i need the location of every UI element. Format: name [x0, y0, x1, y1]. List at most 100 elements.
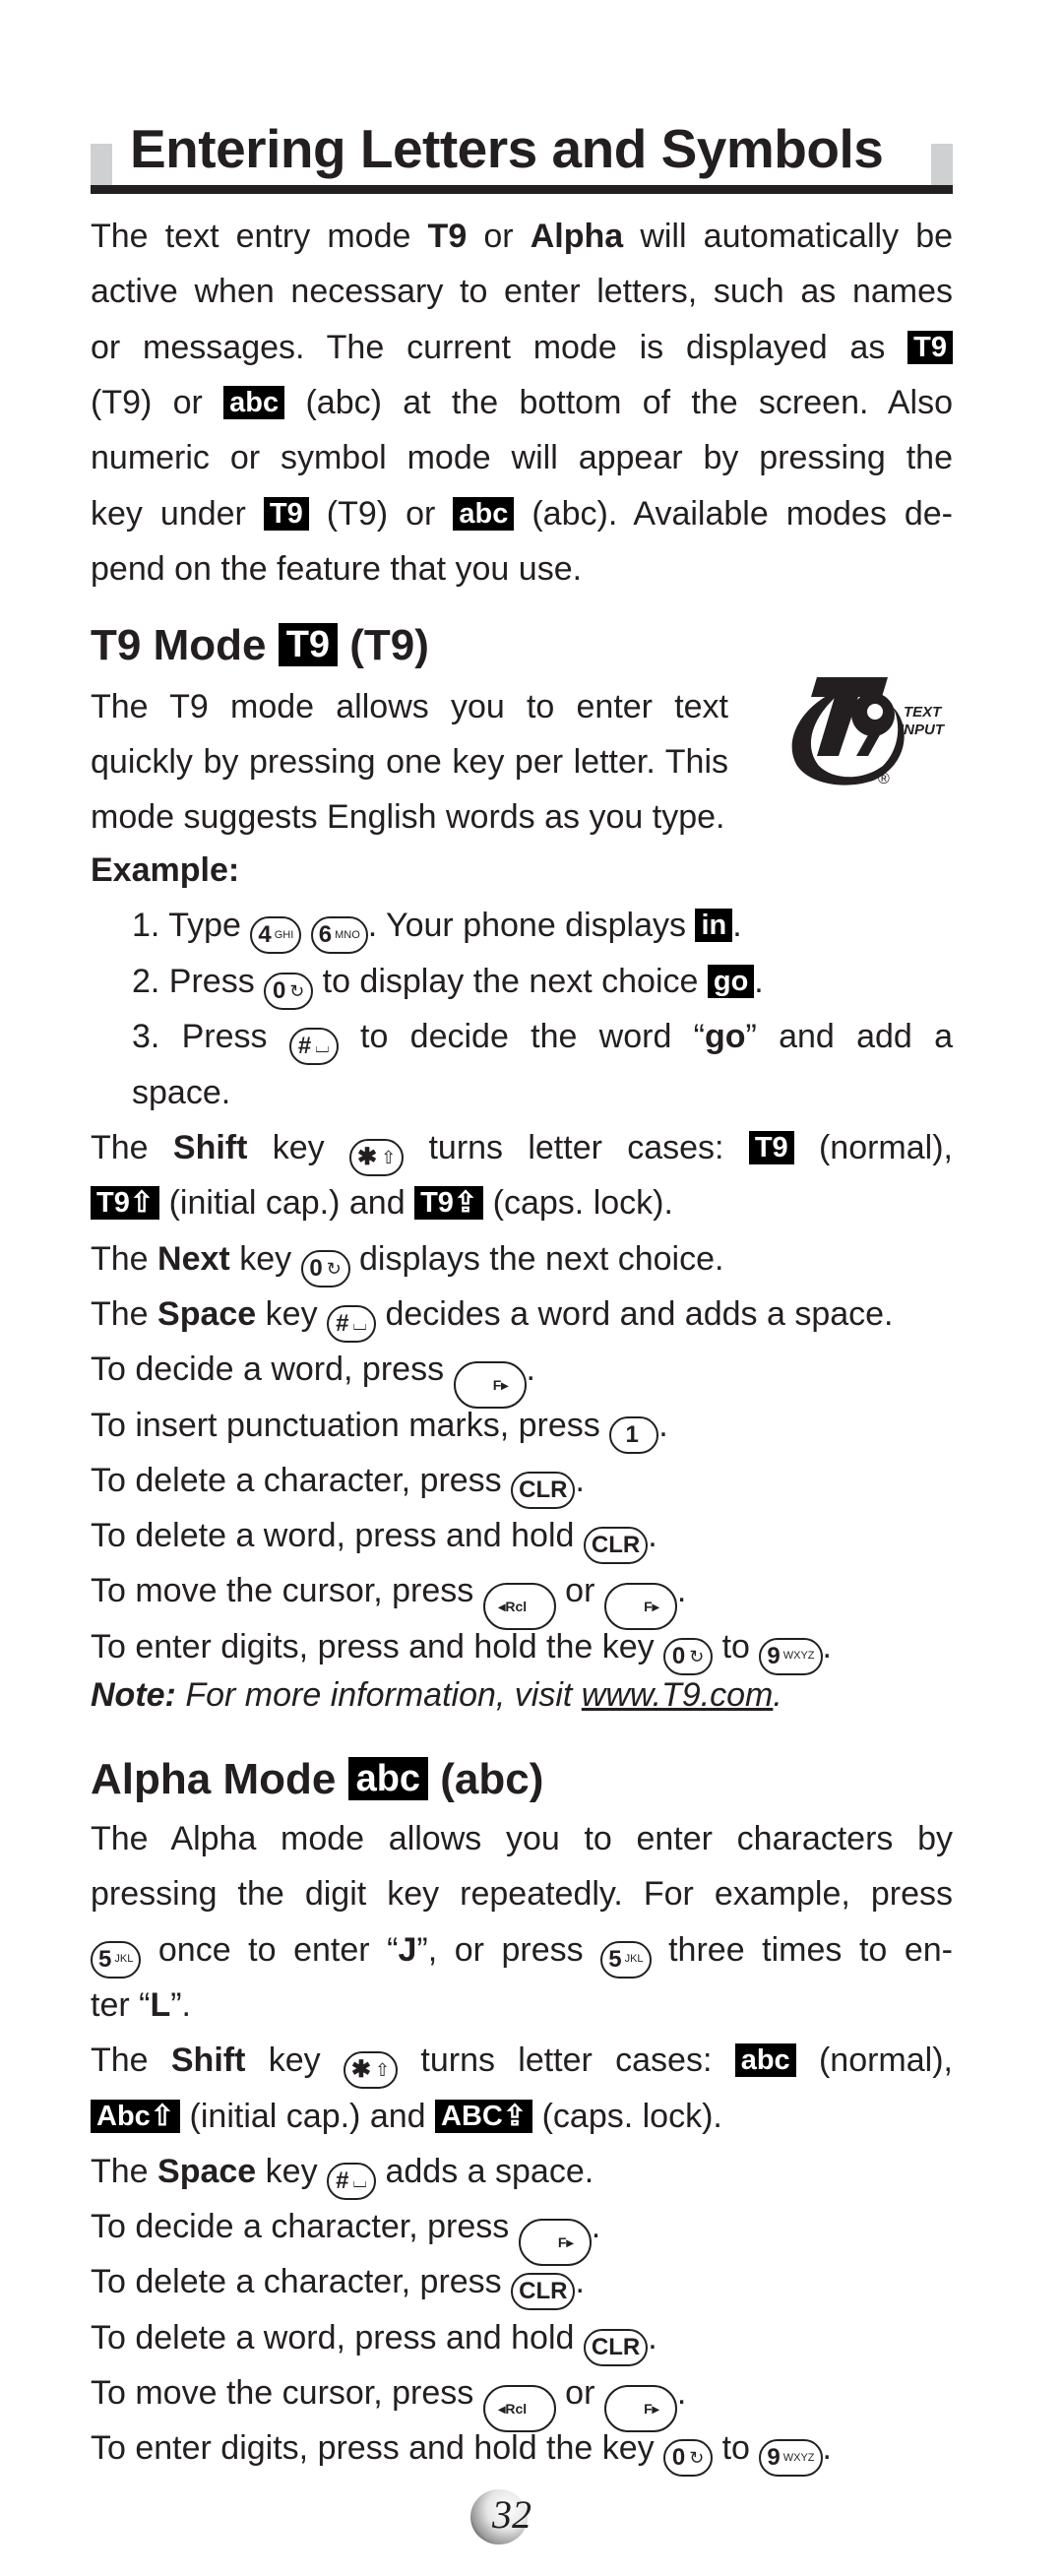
bold-term: Next [157, 1239, 230, 1278]
phone-key-icon-5: 5 JKL [600, 1940, 652, 1979]
text-run: To delete a word, press and hold [91, 2318, 584, 2356]
text-line: T9⇧ (initial cap.) and T9⇪ (caps. lock). [91, 1175, 953, 1230]
text-run: (T9) or [308, 494, 454, 533]
key-sublabel: JKL [114, 1953, 134, 1966]
text-run: to [713, 1627, 760, 1665]
text-line: pressing the digit key repeatedly. For e… [91, 1866, 953, 1921]
key-label: 0 [671, 1642, 686, 1669]
alpha-mode-heading: Alpha Mode abc (abc) [91, 1752, 543, 1807]
text-run: . [658, 1406, 668, 1444]
text-run: numeric or symbol mode will appear by pr… [91, 439, 953, 477]
key-sublabel: ⌴ [352, 1313, 367, 1334]
text-line: The text entry mode T9 or Alpha will aut… [91, 209, 953, 264]
key-label: CLR [591, 2333, 641, 2360]
text-line: active when necessary to enter letters, … [91, 264, 953, 319]
text-run: 1. Type [132, 907, 251, 944]
text-line: The Space key # ⌴ decides a word and adds… [91, 1287, 953, 1343]
key-sublabel: MNO [335, 928, 360, 941]
key-label: CLR [591, 1532, 641, 1559]
text-run: To move the cursor, press [91, 1572, 483, 1610]
text-run: . [822, 1627, 832, 1665]
text-line: To delete a character, press CLR. [91, 2254, 953, 2311]
text-run: . [575, 2263, 585, 2301]
bold-term: go [704, 1018, 746, 1055]
text-line: (T9) or abc (abc) at the bottom of the s… [91, 375, 953, 430]
phone-key-icon-6: 6 MNO [310, 916, 368, 954]
text-run: key [229, 1239, 301, 1278]
mode-indicator-badge: T9⇧ [91, 1186, 160, 1221]
text-run: pend on the feature that you use. [91, 549, 583, 588]
text-run: pressing the digit key repeatedly. For e… [91, 1875, 953, 1914]
t9-mode-badge: T9 [278, 623, 339, 666]
phone-key-icon-4: 4 GHI [250, 916, 302, 954]
text-line: The Shift key ✱ ⇧ turns letter cases: abc… [91, 2033, 953, 2090]
text-run: key [256, 1294, 328, 1333]
key-sublabel: ⌴ [315, 1037, 330, 1056]
key-label: 0 [309, 1254, 323, 1282]
alpha-heading-suffix: (abc) [440, 1755, 544, 1803]
t9-heading-text: T9 Mode [91, 621, 267, 669]
phone-key-icon-CLR: CLR [583, 1527, 649, 1565]
text-line: quickly by pressing one key per letter. … [91, 743, 728, 781]
mode-indicator-badge: go [707, 964, 755, 998]
text-line: ter “L”. [91, 1978, 953, 2033]
text-run: (normal), [793, 1129, 953, 1166]
t9-website-link[interactable]: www.T9.com [582, 1676, 774, 1714]
text-run: will automatically be [623, 218, 954, 255]
text-line: mode suggests English words as you type. [91, 798, 725, 836]
text-run: to decide the word “ [338, 1018, 705, 1055]
text-run: adds a space. [376, 2152, 594, 2190]
key-label: 0 [272, 976, 286, 1004]
text-run: (abc) at the bottom of the screen. Also [284, 383, 953, 421]
text-run: To delete a character, press [91, 1461, 512, 1499]
text-run: The [91, 1129, 173, 1166]
bold-term: Space [157, 1294, 257, 1333]
heading-underline [91, 185, 953, 194]
text-run: turns letter cases: [404, 1129, 749, 1166]
bold-term: Alpha [530, 218, 624, 255]
text-run: The [91, 1239, 158, 1278]
text-run [301, 907, 310, 944]
key-sublabel: ↻ [689, 1646, 705, 1666]
text-line: 3. Press # ⌴ to decide the word “go” and … [132, 1009, 953, 1065]
text-run: to display the next choice [313, 962, 708, 1000]
key-label: # [336, 1309, 349, 1337]
text-line: or messages. The current mode is display… [91, 320, 953, 375]
key-label: ◂Rcl [498, 2401, 528, 2417]
text-run: key [247, 1129, 349, 1166]
phone-key-icon-0: 0 ↻ [264, 972, 314, 1010]
mode-indicator-badge: T9 [907, 330, 953, 364]
key-sublabel: ⇧ [375, 2060, 391, 2081]
key-label: ✱ [356, 1144, 378, 1170]
text-run: or [555, 1572, 604, 1610]
phone-key-icon-: # ⌴ [327, 2162, 377, 2200]
text-run: The [91, 1294, 158, 1333]
mode-indicator-badge: abc [223, 385, 285, 419]
mode-indicator-badge: T9⇪ [414, 1186, 484, 1221]
text-line: numeric or symbol mode will appear by pr… [91, 430, 953, 485]
text-line: The Shift key ✱ ⇧ turns letter cases: T9 … [91, 1120, 953, 1176]
text-run: ter “ [91, 1985, 151, 2024]
key-label: 4 [258, 921, 272, 948]
text-run: The text entry mode [91, 218, 428, 255]
key-sublabel: ↻ [689, 2448, 705, 2469]
text-run: . [676, 1572, 687, 1610]
note-period: . [773, 1676, 782, 1714]
phone-key-icon-0: 0 ↻ [663, 2439, 714, 2478]
bold-term: L [150, 1985, 171, 2024]
text-run: active when necessary to enter letters, … [91, 273, 953, 311]
text-run: To delete a character, press [91, 2263, 512, 2301]
registered-mark: ® [878, 771, 890, 787]
text-run: (caps. lock). [532, 2097, 722, 2135]
key-label: CLR [519, 2278, 568, 2305]
text-line: To delete a word, press and hold CLR. [91, 2310, 953, 2366]
mode-indicator-badge: Abc⇧ [91, 2099, 181, 2133]
key-label: 5 [608, 1945, 622, 1973]
text-run: . Your phone displays [367, 907, 696, 944]
text-run: (normal), [795, 2042, 953, 2080]
text-run: (initial cap.) and [159, 1184, 415, 1223]
text-run: The [91, 2152, 158, 2190]
bold-term: T9 [427, 218, 468, 255]
alpha-mode-badge: abc [347, 1757, 429, 1800]
t9-heading-suffix: (T9) [349, 621, 429, 669]
